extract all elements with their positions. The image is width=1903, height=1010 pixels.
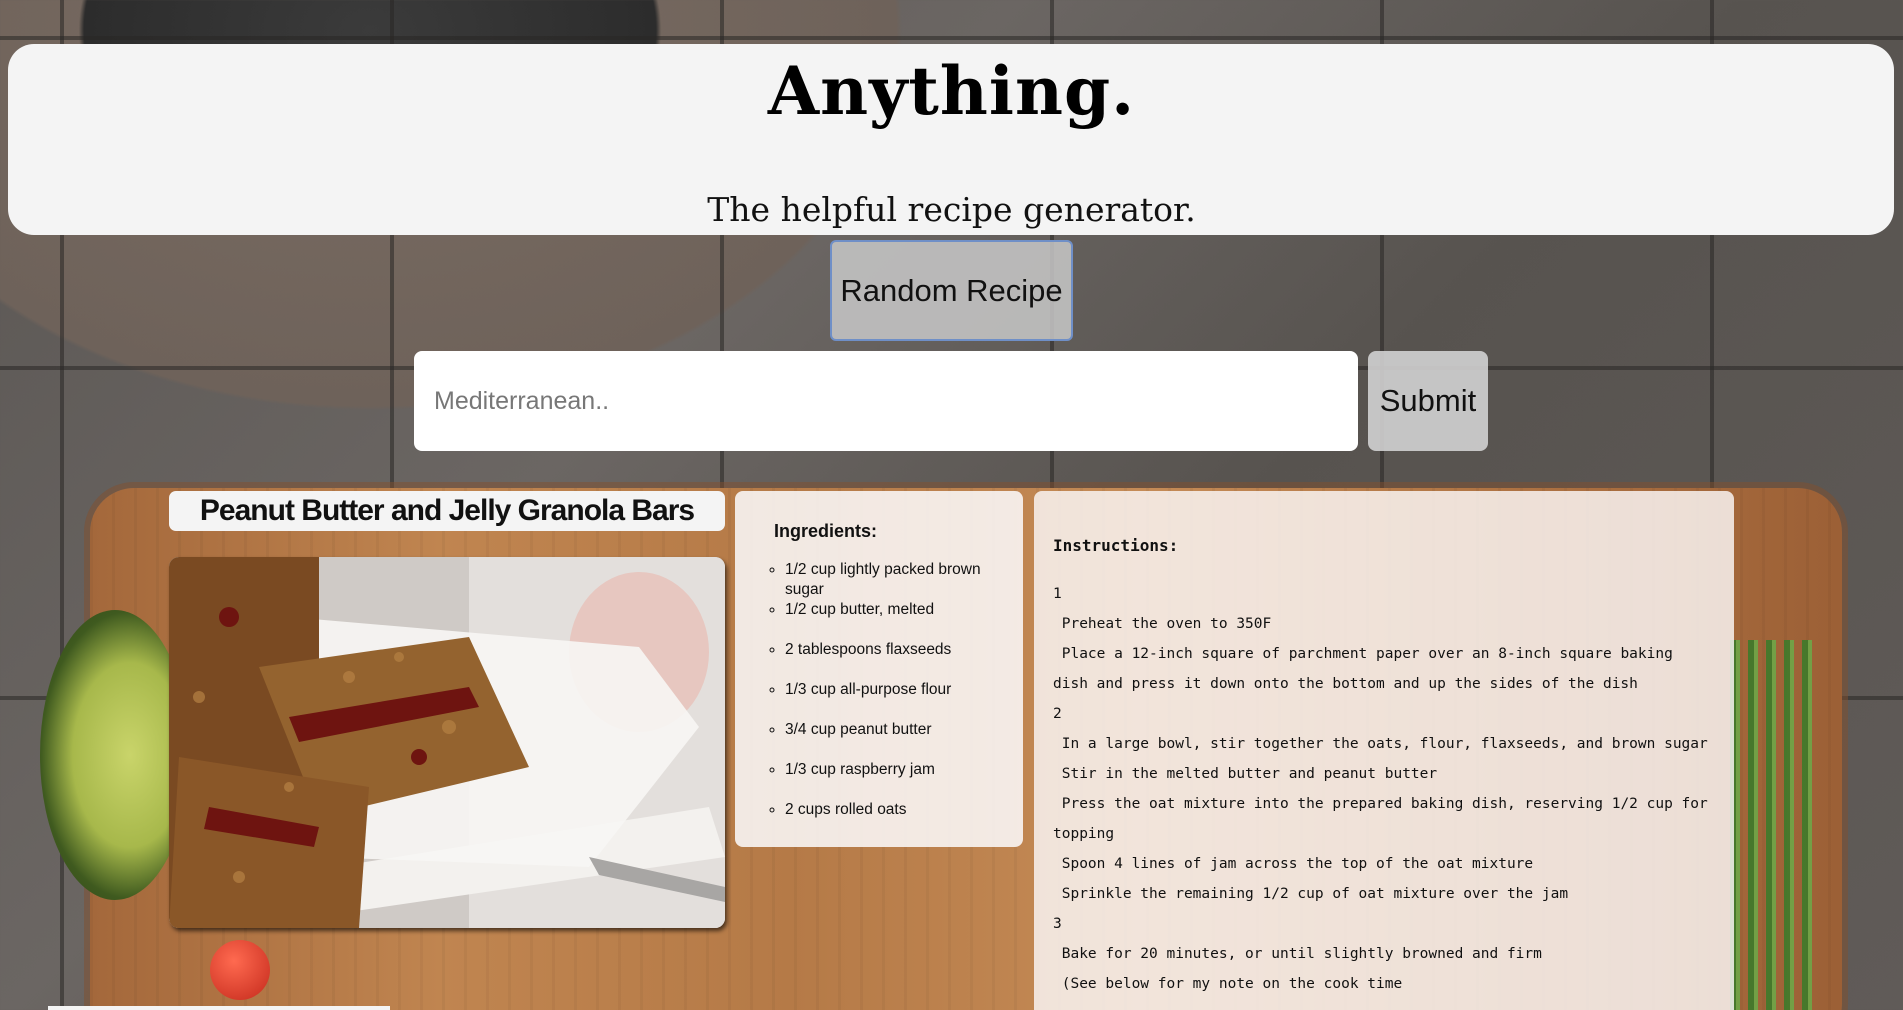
ingredient-item: 1/3 cup raspberry jam (785, 760, 1013, 800)
random-recipe-button[interactable]: Random Recipe (830, 240, 1073, 341)
granola-bars-illustration (169, 557, 725, 928)
ingredients-list: 1/2 cup lightly packed brown sugar 1/2 c… (763, 560, 1013, 840)
ingredient-item: 1/2 cup lightly packed brown sugar (785, 560, 1013, 600)
submit-button[interactable]: Submit (1368, 351, 1488, 451)
recipe-title: Peanut Butter and Jelly Granola Bars (169, 491, 725, 531)
instruction-line: Stir in the melted butter and peanut but… (1053, 766, 1438, 782)
instruction-line: Spoon 4 lines of jam across the top of t… (1053, 856, 1534, 872)
ingredients-panel: Ingredients: 1/2 cup lightly packed brow… (735, 491, 1023, 847)
background-green-onions (1730, 640, 1820, 1010)
background-tomato (210, 940, 270, 1000)
ingredient-item: 1/2 cup butter, melted (785, 600, 1013, 640)
ingredient-item: 2 tablespoons flaxseeds (785, 640, 1013, 680)
instruction-line: In a large bowl, stir together the oats,… (1053, 736, 1708, 752)
cuisine-search-input[interactable] (414, 351, 1358, 451)
instruction-line: (See below for my note on the cook time (1053, 976, 1403, 992)
instructions-panel[interactable]: Instructions: 1 Preheat the oven to 350F… (1034, 491, 1734, 1010)
background-avocado (40, 610, 190, 900)
site-subtitle: The helpful recipe generator. (707, 190, 1196, 229)
site-title: Anything. (767, 52, 1136, 130)
instruction-line: 3 (1053, 916, 1062, 932)
instruction-line: Bake for 20 minutes, or until slightly b… (1053, 946, 1542, 962)
recipe-image (169, 557, 725, 928)
ingredient-item: 2 cups rolled oats (785, 800, 1013, 840)
instruction-line: Preheat the oven to 350F (1053, 616, 1272, 632)
instruction-line: 2 (1053, 706, 1062, 722)
instructions-heading: Instructions: (1053, 536, 1179, 555)
ingredient-item: 3/4 cup peanut butter (785, 720, 1013, 760)
instruction-line: Sprinkle the remaining 1/2 cup of oat mi… (1053, 886, 1569, 902)
ingredients-heading: Ingredients: (774, 521, 878, 541)
ingredient-item: 1/3 cup all-purpose flour (785, 680, 1013, 720)
instruction-line: Press the oat mixture into the prepared … (1053, 796, 1717, 842)
instruction-line: Place a 12-inch square of parchment pape… (1053, 646, 1682, 692)
bottom-scroll-indicator (48, 1006, 390, 1010)
instruction-line: 1 (1053, 586, 1062, 602)
